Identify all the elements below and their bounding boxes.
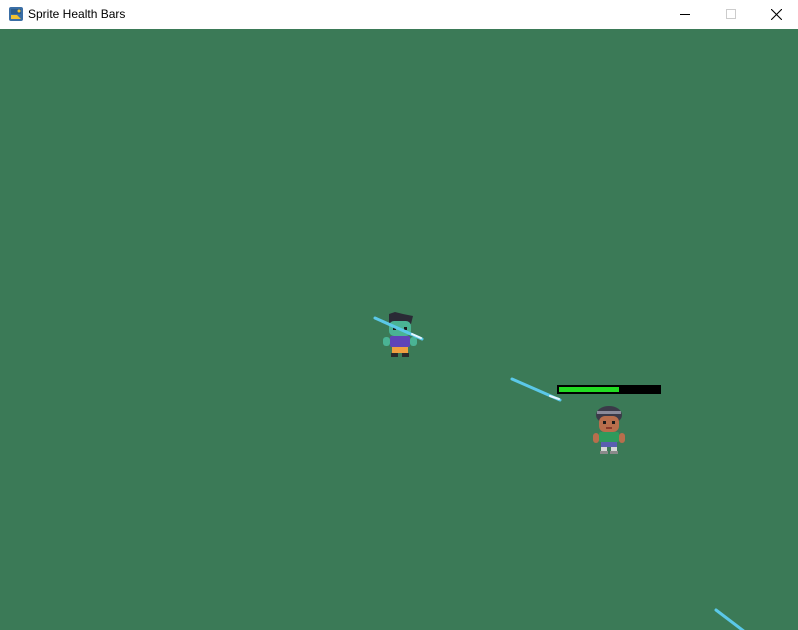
game-canvas[interactable] <box>0 29 798 630</box>
projectile-2 <box>510 377 562 402</box>
close-button[interactable] <box>753 0 798 29</box>
minimize-button[interactable] <box>662 0 708 29</box>
game-scene <box>373 312 745 630</box>
player-health-bar <box>557 385 661 394</box>
minimize-icon <box>680 14 690 15</box>
close-icon <box>771 9 782 20</box>
maximize-button[interactable] <box>708 0 754 29</box>
player-sprite <box>593 406 625 454</box>
health-bar-fill <box>559 387 619 392</box>
window-title: Sprite Health Bars <box>28 7 126 21</box>
python-icon <box>8 6 24 22</box>
title-bar[interactable]: Sprite Health Bars <box>0 0 798 29</box>
app-window: Sprite Health Bars <box>0 0 798 630</box>
maximize-icon <box>726 9 736 19</box>
projectile-3 <box>714 608 745 630</box>
